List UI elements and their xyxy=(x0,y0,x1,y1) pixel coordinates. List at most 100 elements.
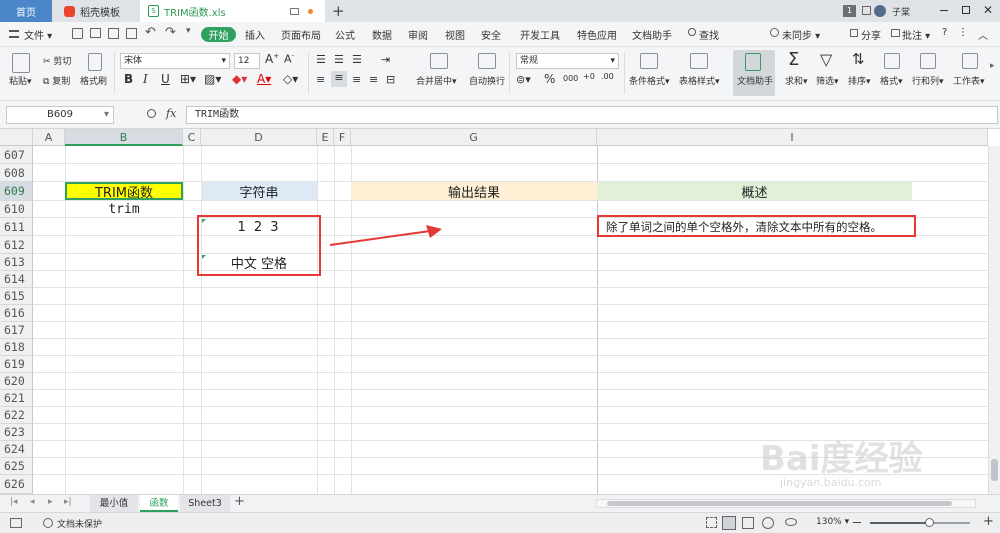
row-header[interactable]: 622 xyxy=(0,407,33,424)
restore-icon[interactable] xyxy=(962,6,970,14)
row-header[interactable]: 620 xyxy=(0,373,33,390)
copy-button[interactable]: ⧉ 复制 xyxy=(43,74,70,87)
wrap-text-button[interactable]: 自动换行 xyxy=(469,74,505,87)
avatar[interactable] xyxy=(874,5,886,17)
justify-icon[interactable]: ≡ xyxy=(369,73,378,86)
thousands-icon[interactable]: 000 xyxy=(563,74,578,83)
tab-file[interactable]: S TRIM函数.xls xyxy=(140,0,325,22)
name-box[interactable]: B609 ▾ xyxy=(6,106,114,124)
next-sheet-icon[interactable]: ▸ xyxy=(48,497,53,507)
cell-b609[interactable]: TRIM函数 xyxy=(65,182,183,201)
align-center-icon[interactable]: ≡ xyxy=(331,71,347,87)
cut-button[interactable]: ✂ 剪切 xyxy=(43,54,71,67)
sheet-tab-function[interactable]: 函数 xyxy=(140,495,178,512)
border-icon[interactable]: ⊞▾ xyxy=(180,72,196,86)
text-color-icon[interactable]: A▾ xyxy=(257,72,271,86)
row-header[interactable]: 623 xyxy=(0,424,33,441)
first-sheet-icon[interactable]: |◂ xyxy=(10,497,18,507)
col-header-g[interactable]: G xyxy=(351,129,597,146)
col-header-i[interactable]: I xyxy=(597,129,988,146)
row-header[interactable]: 611 xyxy=(0,218,33,236)
sum-button[interactable]: 求和▾ xyxy=(785,74,808,87)
row-header[interactable]: 615 xyxy=(0,288,33,305)
formula-input[interactable]: TRIM函数 xyxy=(186,106,998,124)
sync-button[interactable]: 未同步 ▾ xyxy=(782,27,820,42)
row-col-button[interactable]: 行和列▾ xyxy=(912,74,944,87)
menu-view[interactable]: 视图 xyxy=(445,27,465,42)
menu-formula[interactable]: 公式 xyxy=(335,27,355,42)
tab-home[interactable]: 首页 xyxy=(0,0,52,22)
zoom-search-icon[interactable] xyxy=(147,109,156,118)
align-top-icon[interactable]: ☰ xyxy=(316,53,326,66)
macro-icon[interactable] xyxy=(10,518,22,528)
sheet-tab-sheet3[interactable]: Sheet3 xyxy=(180,495,230,512)
font-size-select[interactable]: 12 xyxy=(234,53,260,69)
more-dots-icon[interactable]: ⋮ xyxy=(958,27,968,38)
cell-i609[interactable]: 概述 xyxy=(597,182,912,201)
page-break-view-icon[interactable] xyxy=(742,517,754,529)
apps-icon[interactable] xyxy=(862,6,871,15)
menu-doc-assistant[interactable]: 文档助手 xyxy=(632,27,672,42)
distribute-icon[interactable]: ⊟ xyxy=(386,73,395,86)
row-header[interactable]: 616 xyxy=(0,305,33,322)
row-header[interactable]: 614 xyxy=(0,271,33,288)
menu-data[interactable]: 数据 xyxy=(372,27,392,42)
spreadsheet-grid[interactable]: A B C D E F G I 607 608 609 610 611 612 … xyxy=(0,129,1000,494)
format-button[interactable]: 格式▾ xyxy=(880,74,903,87)
align-bottom-icon[interactable]: ☰ xyxy=(352,53,362,66)
cell-g609[interactable]: 输出结果 xyxy=(351,182,597,201)
print-icon[interactable] xyxy=(90,28,101,38)
conditional-format-button[interactable]: 条件格式▾ xyxy=(629,74,670,87)
align-left-icon[interactable]: ≡ xyxy=(316,73,325,86)
col-header-a[interactable]: A xyxy=(33,129,65,146)
scroll-thumb[interactable] xyxy=(991,459,998,481)
comment-button[interactable]: 批注 ▾ xyxy=(902,27,930,42)
monitor-icon[interactable] xyxy=(290,7,299,15)
user-name[interactable]: 子棠 xyxy=(892,5,910,18)
select-all-corner[interactable] xyxy=(0,129,33,146)
col-header-c[interactable]: C xyxy=(183,129,201,146)
col-header-b[interactable]: B xyxy=(65,129,183,146)
h-scroll-thumb[interactable] xyxy=(607,501,952,506)
underline-icon[interactable]: U xyxy=(161,72,170,86)
bold-icon[interactable]: B xyxy=(124,72,133,86)
row-header[interactable]: 626 xyxy=(0,475,33,494)
row-header[interactable]: 609 xyxy=(0,182,33,201)
font-shrink-icon[interactable]: A- xyxy=(284,52,294,66)
font-grow-icon[interactable]: A+ xyxy=(265,52,279,66)
save-icon[interactable] xyxy=(72,28,83,39)
zoom-slider-thumb[interactable] xyxy=(925,518,934,527)
zoom-out-button[interactable] xyxy=(853,522,861,523)
row-header[interactable]: 608 xyxy=(0,164,33,182)
fx-icon[interactable]: fx xyxy=(166,107,176,120)
eye-protect-icon[interactable] xyxy=(785,518,797,526)
cell-b610[interactable]: trim xyxy=(65,201,183,218)
reading-mode-icon[interactable] xyxy=(762,517,774,529)
menu-search[interactable]: 查找 xyxy=(699,27,719,42)
row-header[interactable]: 624 xyxy=(0,441,33,458)
filter-button[interactable]: 筛选▾ xyxy=(816,74,839,87)
row-header[interactable]: 610 xyxy=(0,201,33,218)
menu-start[interactable]: 开始 xyxy=(201,27,236,42)
prev-sheet-icon[interactable]: ◂ xyxy=(30,497,35,507)
sort-button[interactable]: 排序▾ xyxy=(848,74,871,87)
menu-insert[interactable]: 插入 xyxy=(245,27,265,42)
percent-icon[interactable]: % xyxy=(544,72,555,86)
font-name-select[interactable]: 宋体 ▾ xyxy=(120,53,230,69)
increase-decimal-icon[interactable]: +0 xyxy=(583,72,595,81)
row-header[interactable]: 621 xyxy=(0,390,33,407)
minimize-icon[interactable] xyxy=(940,10,948,11)
row-header[interactable]: 607 xyxy=(0,146,33,164)
row-header[interactable]: 612 xyxy=(0,236,33,254)
add-sheet-button[interactable]: + xyxy=(234,494,245,509)
worksheet-button[interactable]: 工作表▾ xyxy=(953,74,985,87)
help-icon[interactable]: ? xyxy=(942,27,947,38)
row-header[interactable]: 617 xyxy=(0,322,33,339)
zoom-level[interactable]: 130% ▾ xyxy=(816,517,849,527)
tab-docer[interactable]: 稻壳模板 xyxy=(56,0,136,22)
col-header-f[interactable]: F xyxy=(334,129,351,146)
search-icon[interactable] xyxy=(688,28,696,36)
preview-icon[interactable] xyxy=(108,28,119,39)
clear-icon[interactable]: ◇▾ xyxy=(283,72,298,86)
share-button[interactable]: 分享 xyxy=(861,27,881,42)
